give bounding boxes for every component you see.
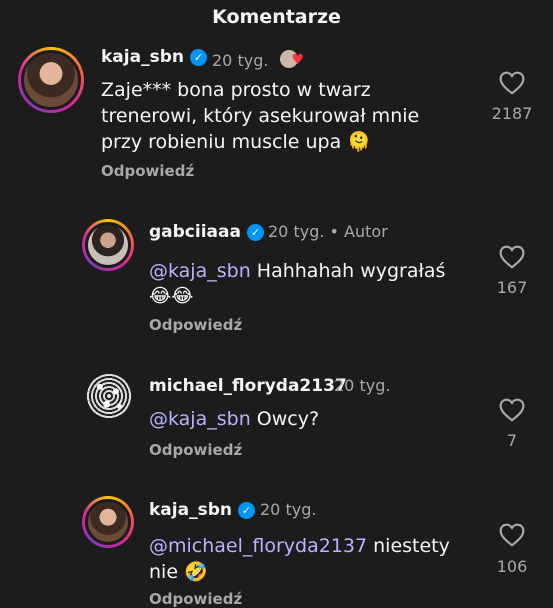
- reply-item: kaja_sbn ✓ 20 tyg. @michael_floryda2137 n…: [0, 0, 553, 608]
- like-count: 106: [496, 557, 528, 576]
- comment-username[interactable]: kaja_sbn ✓: [149, 500, 255, 520]
- avatar[interactable]: [82, 496, 134, 548]
- verified-icon: ✓: [237, 502, 255, 519]
- reply-button[interactable]: Odpowiedź: [149, 590, 242, 608]
- like-heart-icon[interactable]: [499, 523, 525, 547]
- comment-meta: 20 tyg.: [260, 500, 316, 519]
- comment-time: 20 tyg.: [260, 500, 317, 519]
- comment-text: @michael_floryda2137 niestety nie 🤣: [149, 535, 450, 583]
- mention-link[interactable]: @michael_floryda2137: [149, 535, 367, 557]
